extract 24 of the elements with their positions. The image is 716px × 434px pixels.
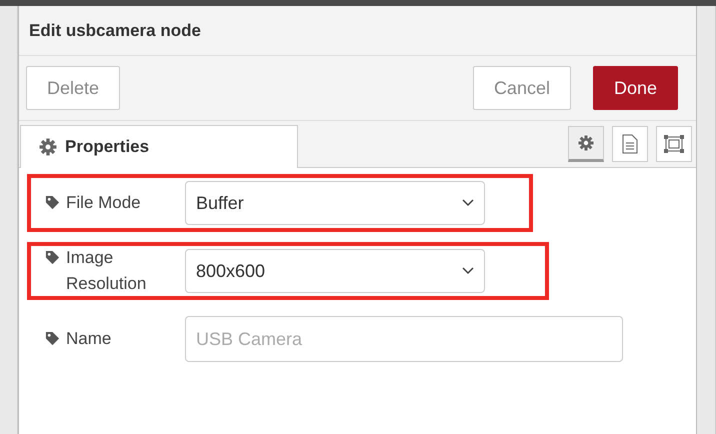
- caret-icon: [462, 267, 474, 275]
- tab-label: Properties: [65, 137, 150, 157]
- dialog-title: Edit usbcamera node: [29, 20, 201, 40]
- tag-icon: [45, 331, 60, 346]
- field-label: Image Resolution: [66, 247, 148, 295]
- field-label: Name: [66, 328, 112, 350]
- toolbar-tab[interactable]: [568, 126, 604, 162]
- document-icon: [622, 134, 638, 154]
- dialog-button[interactable]: Delete: [26, 66, 120, 110]
- frame-icon: [663, 134, 685, 154]
- tag-icon: [45, 250, 60, 265]
- select-field[interactable]: Buffer: [185, 181, 485, 225]
- settings-icon: [578, 135, 594, 151]
- caret-icon: [462, 199, 474, 207]
- settings-icon: [39, 138, 57, 156]
- toolbar-tab[interactable]: [612, 126, 648, 162]
- tag-icon: [45, 195, 60, 210]
- name-field[interactable]: USB Camera: [185, 316, 623, 362]
- toolbar-tab[interactable]: [656, 126, 692, 162]
- dialog-button[interactable]: Cancel: [472, 66, 571, 110]
- properties-tab[interactable]: Properties: [20, 125, 298, 168]
- field-label: File Mode: [66, 192, 141, 214]
- done-button[interactable]: Done: [592, 66, 678, 110]
- select-field[interactable]: 800x600: [185, 249, 485, 293]
